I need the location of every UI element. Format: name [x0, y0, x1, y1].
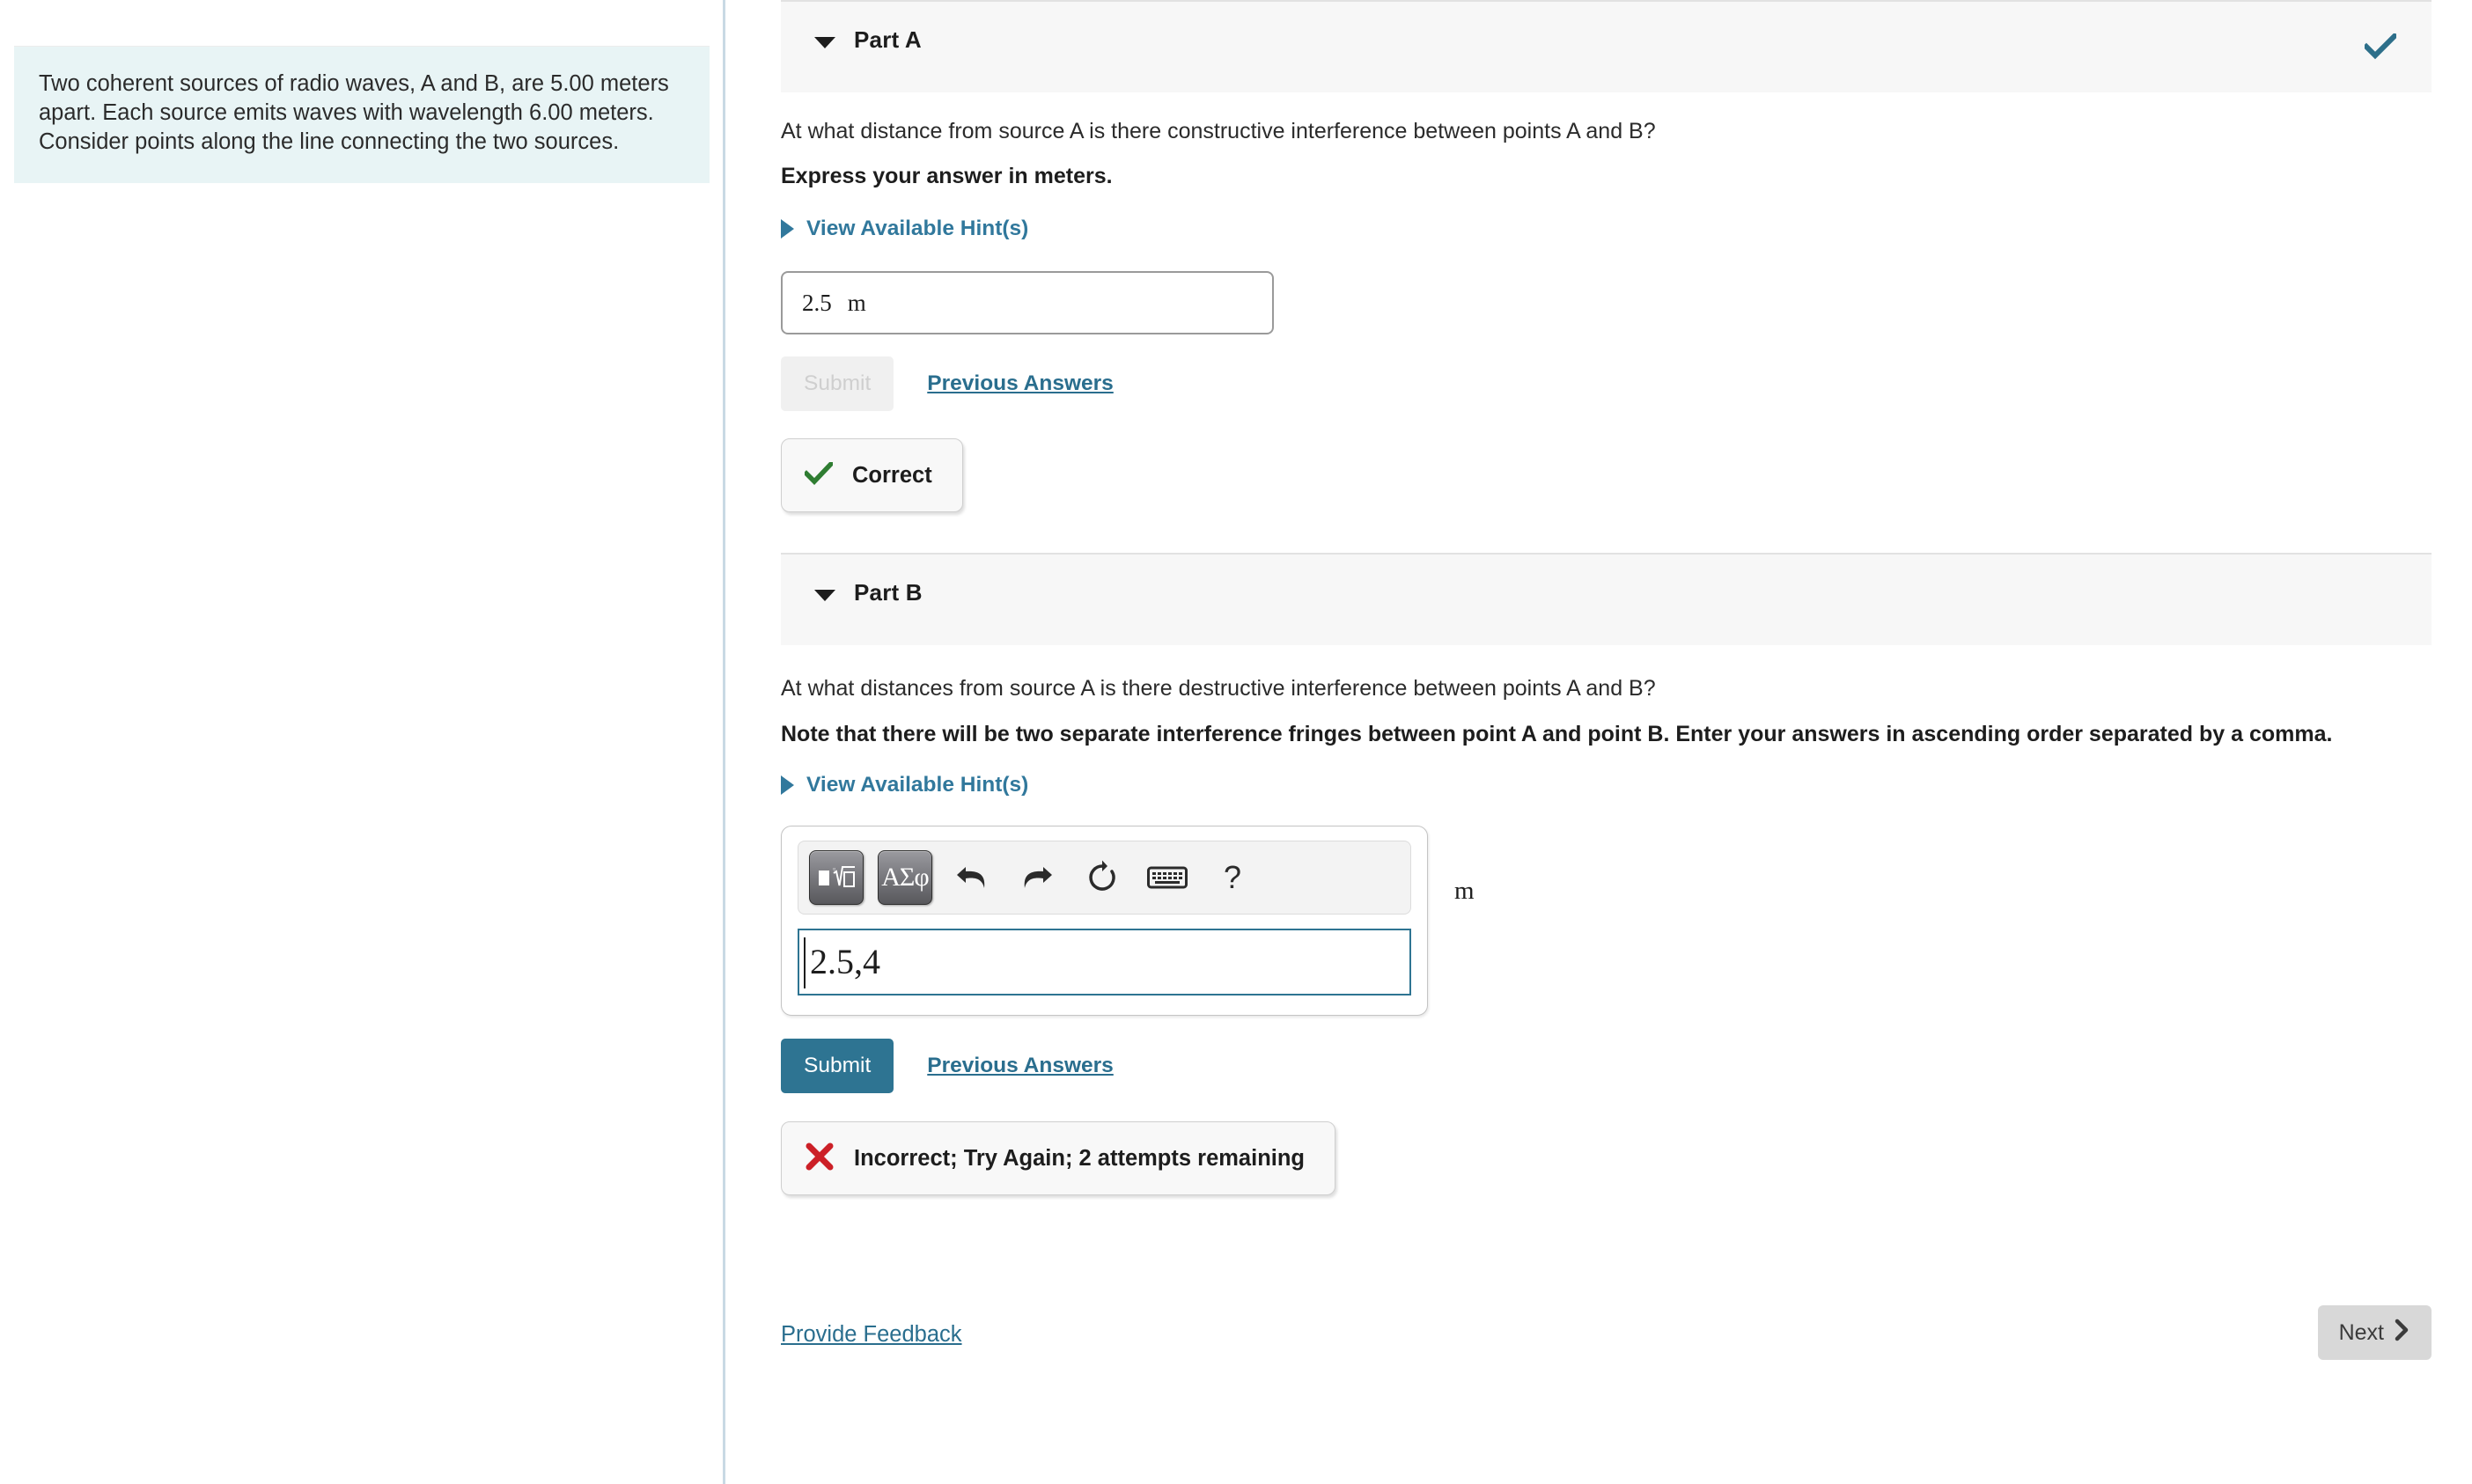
help-icon[interactable]: ? — [1207, 852, 1258, 903]
part-b-hint-label: View Available Hint(s) — [806, 773, 1029, 797]
page-root: Two coherent sources of radio waves, A a… — [0, 0, 2472, 1484]
chevron-right-icon — [781, 775, 794, 795]
math-greek-symbols-button[interactable]: ΑΣφ — [878, 850, 932, 905]
part-a-hint-link[interactable]: View Available Hint(s) — [781, 217, 1028, 241]
chevron-down-icon[interactable] — [814, 37, 835, 48]
part-b-instruction: Note that there will be two separate int… — [781, 722, 2333, 746]
text-cursor — [804, 937, 806, 988]
part-b-answer-input[interactable]: 2.5,4 — [798, 929, 1411, 995]
part-a-status-check-icon — [2362, 32, 2399, 64]
reset-icon[interactable] — [1077, 852, 1128, 903]
part-a-feedback-check-icon — [803, 459, 835, 489]
part-a-previous-answers-link[interactable]: Previous Answers — [927, 371, 1114, 396]
math-editor-toolbar: ▫ ΑΣφ ? — [798, 841, 1411, 915]
part-a-action-row: Submit Previous Answers — [781, 356, 2432, 411]
part-b-header[interactable]: Part B — [781, 553, 2432, 645]
part-b-hint-link[interactable]: View Available Hint(s) — [781, 773, 1028, 797]
keyboard-icon[interactable] — [1142, 852, 1193, 903]
next-button-label: Next — [2338, 1319, 2384, 1345]
part-b-submit-button[interactable]: Submit — [781, 1039, 894, 1093]
chevron-down-icon[interactable] — [814, 590, 835, 601]
part-a-answer-field[interactable]: 2.5 m — [781, 271, 1274, 334]
problem-statement-text: Two coherent sources of radio waves, A a… — [39, 71, 669, 154]
provide-feedback-link[interactable]: Provide Feedback — [781, 1322, 962, 1348]
part-b-feedback-x-icon — [805, 1142, 835, 1175]
part-a-feedback-text: Correct — [852, 462, 932, 488]
part-a-answer-value: 2.5 — [802, 289, 832, 316]
problem-statement-panel: Two coherent sources of radio waves, A a… — [14, 46, 710, 183]
footer: Provide Feedback Next — [781, 1303, 2432, 1408]
part-a-hint-label: View Available Hint(s) — [806, 217, 1029, 240]
part-a-question: At what distance from source A is there … — [781, 119, 1656, 143]
part-a-submit-button[interactable]: Submit — [781, 356, 894, 411]
undo-icon[interactable] — [946, 852, 997, 903]
part-b-answer-value: 2.5,4 — [810, 942, 880, 981]
part-b-action-row: Submit Previous Answers — [781, 1039, 2432, 1093]
chevron-right-icon — [781, 219, 794, 239]
part-b-answer-unit: m — [1454, 877, 1475, 905]
part-b-feedback-text: Incorrect; Try Again; 2 attempts remaini… — [854, 1145, 1306, 1171]
part-b-previous-answers-link[interactable]: Previous Answers — [927, 1054, 1114, 1078]
chevron-right-icon — [2395, 1318, 2410, 1348]
part-b-math-editor[interactable]: ▫ ΑΣφ ? 2.5,4 — [781, 826, 1428, 1016]
part-a-title: Part A — [854, 26, 922, 53]
part-b-feedback-box: Incorrect; Try Again; 2 attempts remaini… — [781, 1121, 1336, 1195]
part-b-body: At what distances from source A is there… — [781, 673, 2432, 1195]
part-a-feedback-box: Correct — [781, 438, 963, 512]
part-a-instruction: Express your answer in meters. — [781, 164, 1113, 188]
math-template-button[interactable]: ▫ — [809, 850, 864, 905]
part-a-header[interactable]: Part A — [781, 0, 2432, 92]
problem-sidebar: Two coherent sources of radio waves, A a… — [0, 0, 725, 1484]
part-a-answer-unit: m — [847, 289, 866, 316]
part-b-question: At what distances from source A is there… — [781, 676, 1656, 701]
redo-icon[interactable] — [1012, 852, 1063, 903]
next-button[interactable]: Next — [2317, 1305, 2432, 1360]
part-a-body: At what distance from source A is there … — [781, 116, 2432, 512]
answer-panel: Part A At what distance from source A is… — [728, 0, 2472, 1484]
part-b-title: Part B — [854, 579, 923, 606]
